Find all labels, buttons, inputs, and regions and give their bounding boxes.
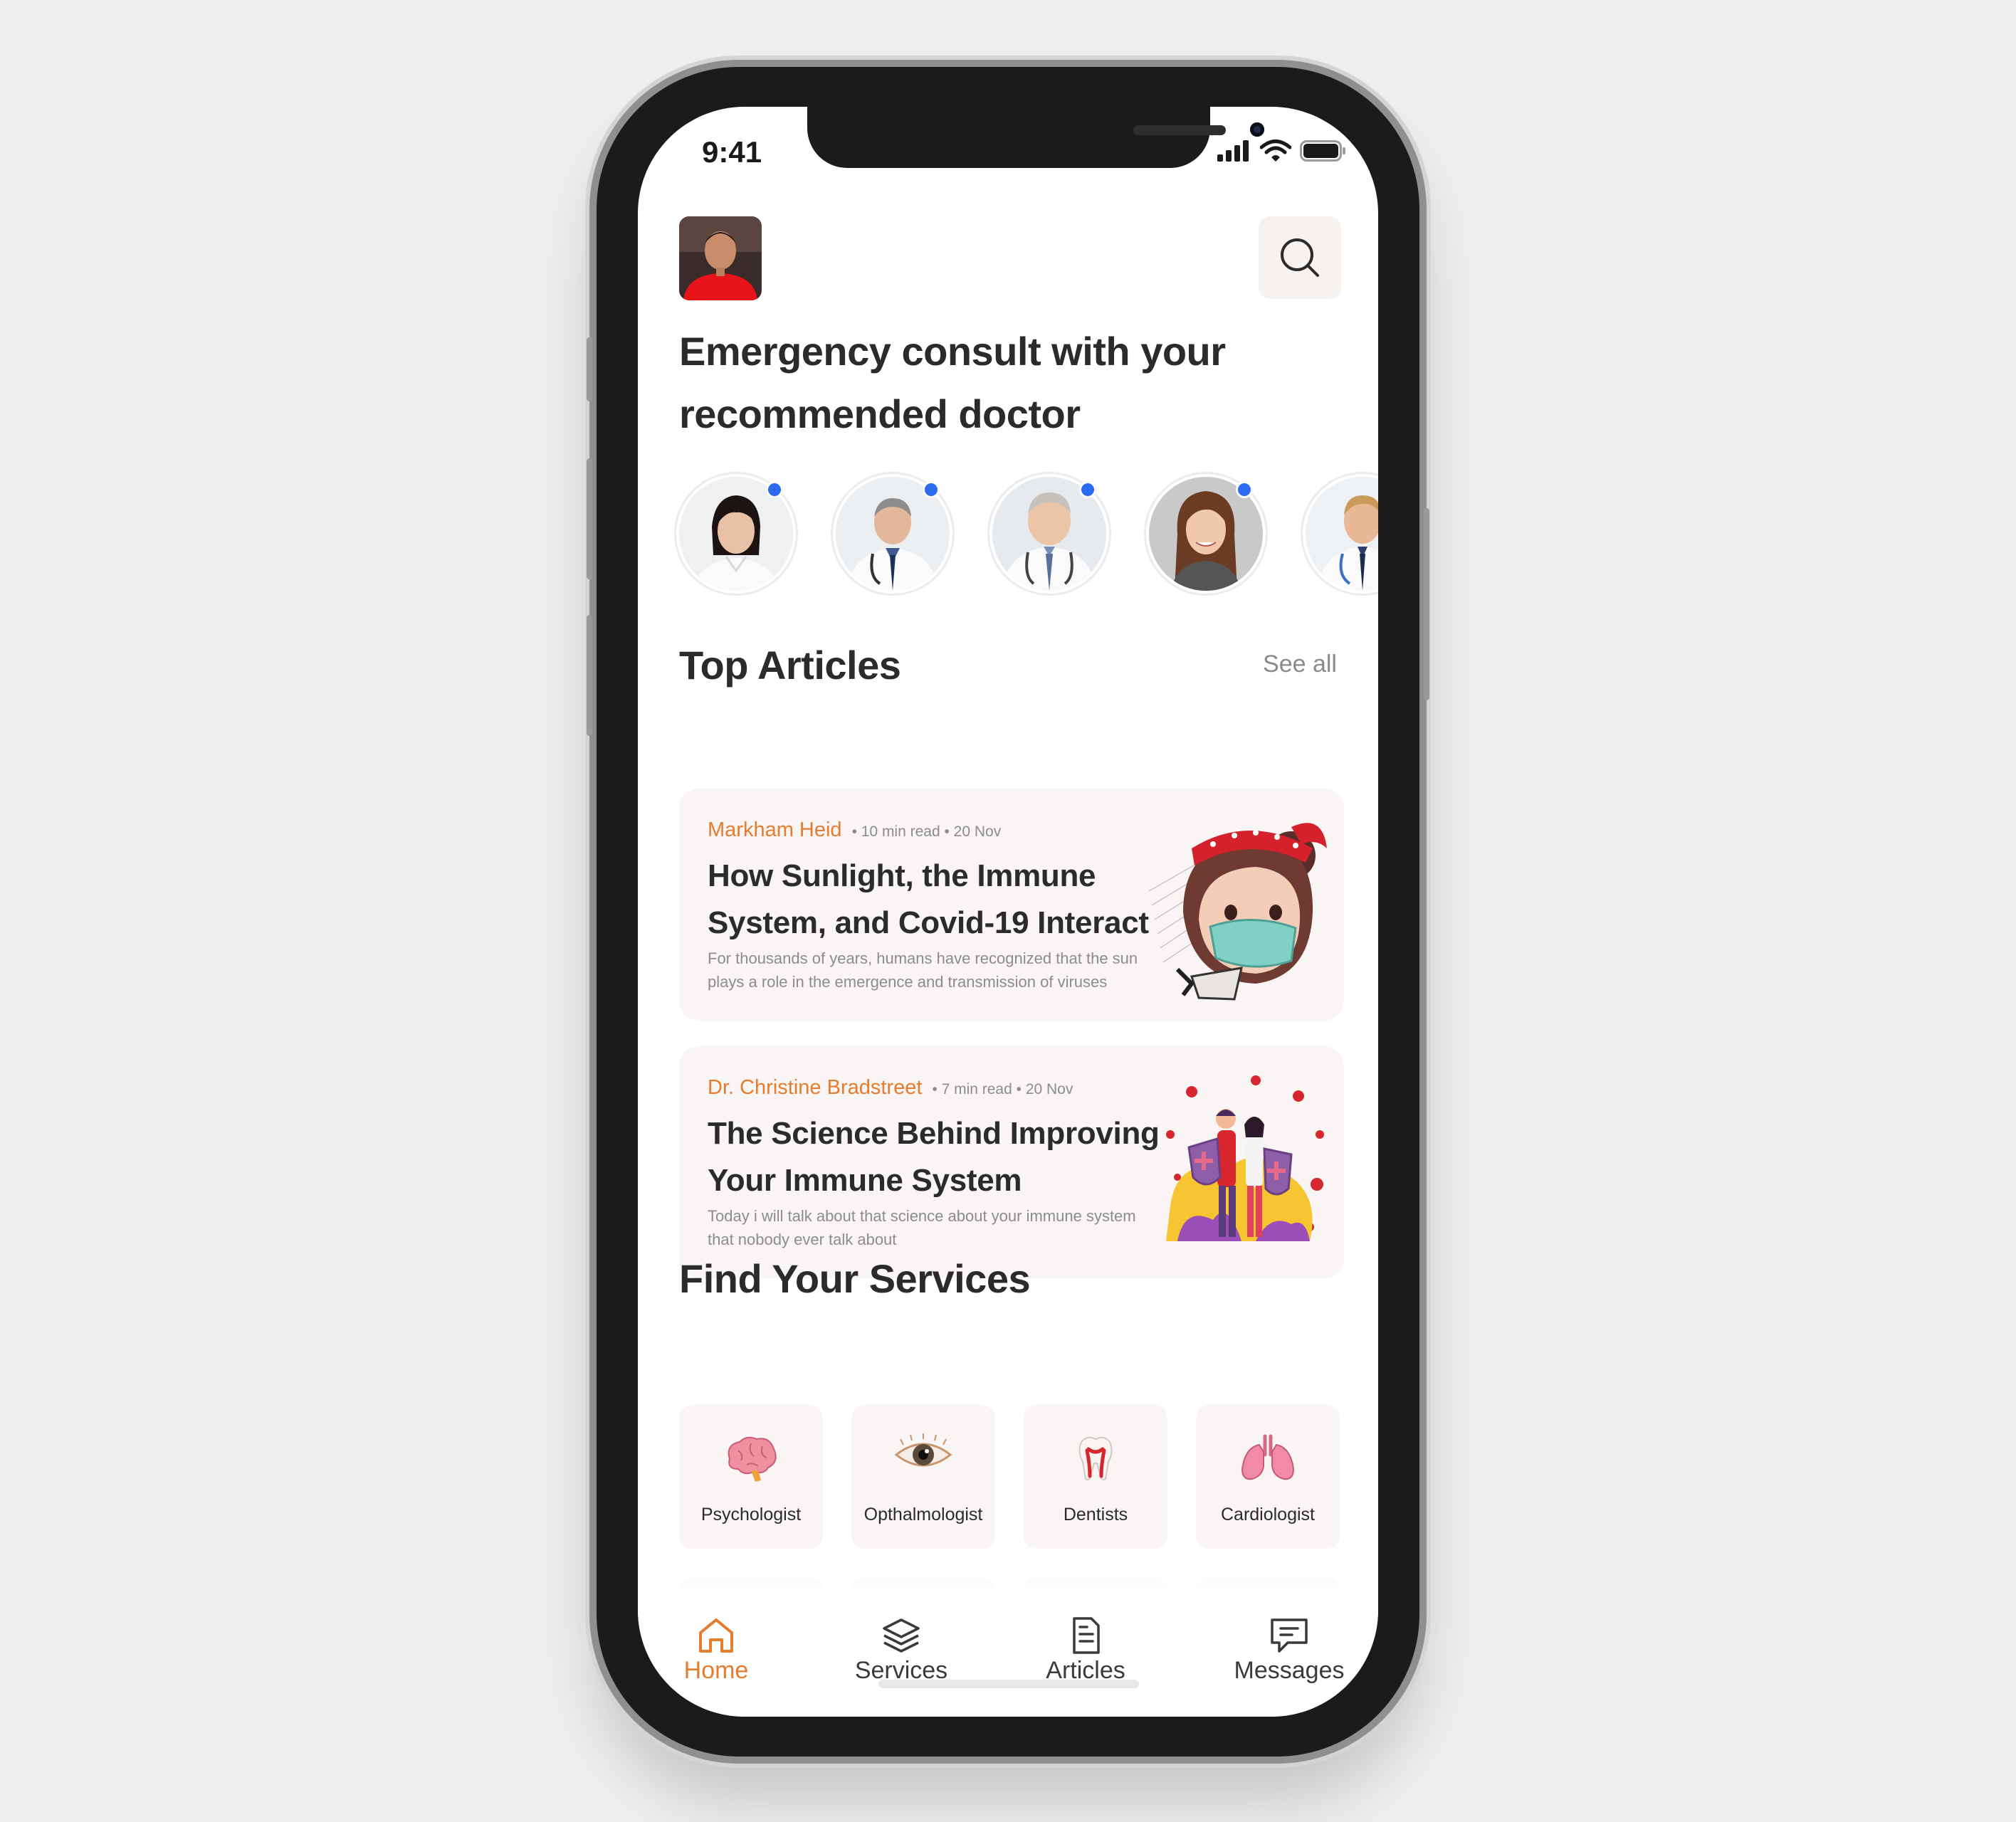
article-title[interactable]: The Science Behind Improving Your Immune… bbox=[708, 1110, 1163, 1204]
article-author[interactable]: Markham Heid bbox=[708, 818, 842, 842]
tab-services[interactable]: Services bbox=[844, 1617, 958, 1685]
wifi-icon bbox=[1260, 139, 1291, 162]
bottom-tab-bar: Home Services Articles Messages bbox=[638, 1590, 1378, 1717]
service-label: Opthalmologist bbox=[863, 1505, 983, 1525]
volume-up-button bbox=[587, 458, 592, 579]
article-author[interactable]: Dr. Christine Bradstreet bbox=[708, 1076, 922, 1100]
service-card-dentists[interactable]: Dentists bbox=[1024, 1405, 1167, 1549]
status-icons bbox=[1217, 139, 1347, 162]
tab-messages[interactable]: Messages bbox=[1229, 1617, 1350, 1685]
layers-icon bbox=[883, 1618, 920, 1653]
tab-label: Messages bbox=[1234, 1657, 1345, 1684]
status-time: 9:41 bbox=[702, 135, 762, 169]
masked-girl-illustration bbox=[1149, 823, 1327, 1001]
volume-down-button bbox=[587, 615, 592, 736]
article-meta: Markham Heid • 10 min read • 20 Nov bbox=[708, 818, 1001, 842]
service-card-psychologist[interactable]: Psychologist bbox=[679, 1405, 823, 1549]
home-icon bbox=[699, 1618, 733, 1653]
service-label: Dentists bbox=[1063, 1505, 1128, 1525]
article-description: For thousands of years, humans have reco… bbox=[708, 949, 1138, 991]
power-button bbox=[1424, 508, 1429, 700]
search-icon bbox=[1281, 238, 1319, 277]
tab-articles[interactable]: Articles bbox=[1039, 1617, 1132, 1685]
front-camera bbox=[1250, 122, 1264, 137]
eye-icon bbox=[894, 1433, 952, 1467]
article-read-info: • 10 min read • 20 Nov bbox=[851, 823, 1002, 840]
doctor-avatar-5[interactable] bbox=[1306, 477, 1378, 591]
service-card-cardiologist[interactable]: Cardiologist bbox=[1196, 1405, 1340, 1549]
article-card[interactable]: Markham Heid • 10 min read • 20 Nov How … bbox=[679, 789, 1344, 1021]
scroll-fade bbox=[638, 1552, 1378, 1594]
mute-switch bbox=[587, 337, 592, 401]
online-indicator bbox=[766, 481, 783, 498]
message-icon bbox=[1271, 1618, 1308, 1653]
user-avatar[interactable] bbox=[679, 216, 762, 300]
online-indicator bbox=[1079, 481, 1096, 498]
service-label: Cardiologist bbox=[1220, 1505, 1315, 1525]
service-label: Psychologist bbox=[700, 1505, 802, 1525]
doctor-carousel[interactable] bbox=[679, 477, 1378, 598]
speaker bbox=[1133, 125, 1226, 135]
search-button[interactable] bbox=[1259, 216, 1341, 299]
tab-home[interactable]: Home bbox=[679, 1617, 753, 1685]
tooth-icon bbox=[1078, 1436, 1113, 1480]
service-card-opthalmologist[interactable]: Opthalmologist bbox=[851, 1405, 995, 1549]
app-screen: 9:41 Emergency consult with your recomme… bbox=[638, 107, 1378, 1717]
lungs-icon bbox=[1241, 1434, 1295, 1480]
article-title[interactable]: How Sunlight, the Immune System, and Cov… bbox=[708, 853, 1163, 947]
immune-shield-illustration bbox=[1166, 1075, 1324, 1241]
tab-label: Home bbox=[683, 1657, 749, 1684]
article-card[interactable]: Dr. Christine Bradstreet • 7 min read • … bbox=[679, 1046, 1344, 1278]
document-icon bbox=[1073, 1617, 1100, 1654]
article-description: Today i will talk about that science abo… bbox=[708, 1207, 1136, 1248]
find-services-title: Find Your Services bbox=[679, 1256, 1031, 1301]
online-indicator bbox=[1236, 481, 1253, 498]
article-meta: Dr. Christine Bradstreet • 7 min read • … bbox=[708, 1076, 1073, 1100]
cellular-signal-icon bbox=[1217, 140, 1249, 162]
see-all-link[interactable]: See all bbox=[1263, 651, 1337, 678]
page-headline: Emergency consult with your recommended … bbox=[679, 329, 1226, 436]
notch bbox=[807, 107, 1264, 168]
article-read-info: • 7 min read • 20 Nov bbox=[932, 1081, 1073, 1097]
battery-icon bbox=[1300, 140, 1345, 162]
online-indicator bbox=[923, 481, 940, 498]
home-indicator[interactable] bbox=[878, 1680, 1139, 1688]
brain-icon bbox=[728, 1436, 777, 1482]
phone-frame: 9:41 Emergency consult with your recomme… bbox=[587, 67, 1429, 1757]
top-articles-title: Top Articles bbox=[679, 643, 901, 688]
